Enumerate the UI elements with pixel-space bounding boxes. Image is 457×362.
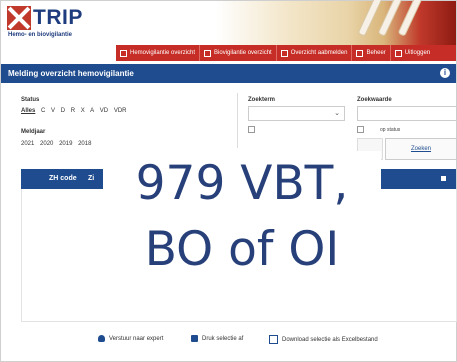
banner-image [216,0,456,45]
footer-actions: Verstuur naar expert Druk selectie af Do… [1,335,456,351]
chevron-down-icon: ⌄ [334,110,340,117]
search-term-label: Zoekterm [248,97,276,103]
status-option-vd[interactable]: VD [100,108,108,114]
year-option-2019[interactable]: 2019 [59,141,72,147]
logo-subtitle: Hemo- en biovigilantie [8,32,73,38]
logo-text: TRIP [33,6,83,29]
send-expert-button[interactable]: Verstuur naar expert [98,335,163,342]
page-frame: TRIP Hemo- en biovigilantie Hemovigilant… [0,0,457,362]
info-icon[interactable]: i [440,68,450,78]
status-option-v[interactable]: V [51,108,55,114]
status-option-vdr[interactable]: VDR [114,108,127,114]
search-value-label: Zoekwaarde [357,97,392,103]
year-option-2018[interactable]: 2018 [78,141,91,147]
search-term-checkbox[interactable] [248,126,255,133]
user-icon [98,335,105,342]
gear-icon [356,49,364,57]
nav-uitloggen[interactable]: Uitloggen [391,45,434,61]
download-excel-button[interactable]: Download selectie als Excelbestand [269,335,378,344]
header: TRIP Hemo- en biovigilantie [1,0,456,45]
status-option-c[interactable]: C [41,108,45,114]
search-value-input[interactable] [357,106,457,121]
caption-line-2: BO of OI [144,222,340,277]
status-label: Status [21,97,40,103]
year-option-2020[interactable]: 2020 [40,141,53,147]
caption-overlay: 979 VBT, BO of OI [103,151,381,293]
logo-x-icon [7,6,31,30]
main-nav: Hemovigilantie overzicht Biovigilantie o… [116,45,456,61]
page-title: Melding overzicht hemovigilantie [8,69,134,78]
nav-beheer[interactable]: Beheer [352,45,391,61]
status-checkbox-label: op status [380,127,401,133]
nav-overzicht-aabmelden[interactable]: Overzicht aabmelden [277,45,353,61]
list-icon [204,49,212,57]
search-button[interactable]: Zoeken [385,138,457,160]
status-option-d[interactable]: D [61,108,65,114]
nav-hemovigilantie-overzicht[interactable]: Hemovigilantie overzicht [116,45,201,61]
column-zh-code[interactable]: ZH code [49,175,77,182]
logout-icon [394,49,402,57]
search-term-select[interactable]: ⌄ [248,106,345,121]
status-checkbox[interactable] [357,126,364,133]
title-bar: Melding overzicht hemovigilantie i [1,64,456,83]
status-options: Alles C V D R X A VD VDR [21,108,130,114]
status-option-alles[interactable]: Alles [21,108,35,114]
year-label: Meldjaar [21,129,46,135]
status-option-r[interactable]: R [71,108,75,114]
list-icon [280,49,288,57]
year-options: 2021 2020 2019 2018 [21,141,95,147]
select-all-checkbox[interactable] [441,176,446,181]
nav-biovigilantie-overzicht[interactable]: Biovigilantie overzicht [200,45,277,61]
trip-logo[interactable]: TRIP Hemo- en biovigilantie [7,6,87,42]
filter-divider [237,93,238,148]
column-partial[interactable]: Zi [88,175,94,182]
caption-line-1: 979 VBT, [135,156,349,211]
status-option-a[interactable]: A [90,108,94,114]
year-option-2021[interactable]: 2021 [21,141,34,147]
list-icon [120,49,127,57]
document-icon [269,335,278,344]
print-selection-button[interactable]: Druk selectie af [191,335,243,342]
printer-icon [191,335,198,342]
status-option-x[interactable]: X [81,108,85,114]
